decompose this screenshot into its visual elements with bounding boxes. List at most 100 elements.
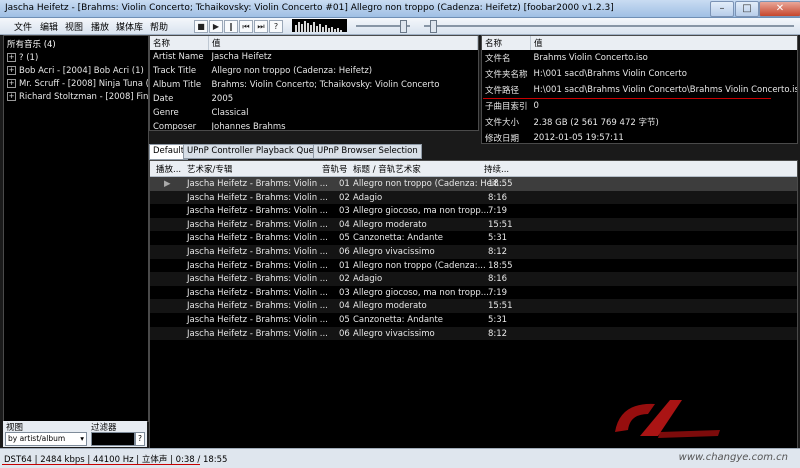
tree-item-label: Mr. Scruff - [2008] Ninja Tuna (1) bbox=[19, 79, 148, 89]
property-value: 2005 bbox=[211, 94, 234, 104]
cell-track-no: 01 bbox=[339, 179, 350, 189]
property-name: Genre bbox=[153, 108, 179, 118]
property-row[interactable]: Album Title Brahms: Violin Concerto; Tcha… bbox=[150, 78, 478, 92]
table-row[interactable]: Jascha Heifetz - Brahms: Violin ... 06 All… bbox=[150, 326, 797, 341]
menu-view[interactable]: 视图 bbox=[65, 20, 83, 33]
cell-track-no: 05 bbox=[339, 233, 350, 244]
tree-item-label: ? (1) bbox=[19, 53, 39, 63]
property-row[interactable]: Artist Name Jascha Heifetz bbox=[150, 50, 478, 64]
cell-artist-album: Jascha Heifetz - Brahms: Violin ... bbox=[187, 301, 328, 312]
filter-help-button[interactable]: ? bbox=[135, 432, 145, 446]
property-row[interactable]: 文件夹名称 H:\001 sacd\Brahms Violin Concerto bbox=[482, 66, 797, 82]
property-row[interactable]: 修改日期 2012-01-05 19:57:11 bbox=[482, 130, 797, 143]
property-row[interactable]: 子曲目索引 0 bbox=[482, 98, 797, 114]
col-track-no[interactable]: 音轨号 bbox=[322, 163, 348, 175]
tree-item[interactable]: + Bob Acri - [2004] Bob Acri (1) bbox=[7, 65, 148, 78]
seek-knob[interactable] bbox=[430, 20, 437, 33]
stop-button[interactable]: ■ bbox=[194, 20, 208, 33]
cell-duration: 15:51 bbox=[488, 301, 513, 312]
status-underline bbox=[2, 464, 200, 465]
table-row[interactable]: Jascha Heifetz - Brahms: Violin ... 01 All… bbox=[150, 259, 797, 273]
cell-title: Canzonetta: Andante bbox=[353, 233, 444, 244]
tree-item[interactable]: + Mr. Scruff - [2008] Ninja Tuna (1) bbox=[7, 78, 148, 91]
property-value: Classical bbox=[211, 108, 249, 118]
cell-title: Allegro giocoso, ma non tropp... bbox=[353, 287, 489, 298]
window-title: Jascha Heifetz - [Brahms: Violin Concert… bbox=[5, 3, 614, 13]
expand-icon[interactable]: + bbox=[7, 66, 16, 75]
property-row[interactable]: Genre Classical bbox=[150, 106, 478, 120]
property-value: Brahms: Violin Concerto; Tchaikovsky: Vi… bbox=[211, 80, 440, 90]
cell-duration: 7:19 bbox=[488, 206, 508, 217]
col-value-header[interactable]: 值 bbox=[530, 36, 797, 50]
table-row[interactable]: Jascha Heifetz - Brahms: Violin ... 05 Can… bbox=[150, 313, 797, 327]
playlist-header: 播放... 艺术家/专辑 音轨号 标题 / 音轨艺术家 持续... bbox=[150, 161, 797, 177]
tree-item[interactable]: +Richard Stoltzman - [2008] Fine M bbox=[7, 91, 148, 104]
col-name-header[interactable]: 名称 bbox=[482, 36, 532, 50]
cell-track-no: 06 bbox=[339, 246, 350, 257]
menu-playback[interactable]: 播放 bbox=[91, 20, 109, 33]
expand-icon[interactable]: + bbox=[7, 53, 16, 62]
table-row[interactable]: Jascha Heifetz - Brahms: Violin ... 06 All… bbox=[150, 244, 797, 259]
play-button[interactable]: ▶ bbox=[209, 20, 223, 33]
property-value: H:\001 sacd\Brahms Violin Concerto\Brahm… bbox=[533, 85, 798, 95]
view-select[interactable]: by artist/album ▾ bbox=[5, 432, 87, 446]
col-title[interactable]: 标题 / 音轨艺术家 bbox=[353, 163, 421, 175]
property-row[interactable]: Track Title Allegro non troppo (Cadenza: … bbox=[150, 64, 478, 78]
title-bar[interactable]: Jascha Heifetz - [Brahms: Violin Concert… bbox=[0, 0, 800, 18]
table-row[interactable]: Jascha Heifetz - Brahms: Violin ... 02 Ada… bbox=[150, 190, 797, 205]
cell-title: Canzonetta: Andante bbox=[353, 314, 444, 325]
col-value-header[interactable]: 值 bbox=[208, 36, 478, 50]
view-select-value: by artist/album bbox=[8, 434, 66, 443]
cell-artist-album: Jascha Heifetz - Brahms: Violin ... bbox=[187, 314, 328, 325]
pause-button[interactable]: ‖ bbox=[224, 20, 238, 33]
maximize-button[interactable]: □ bbox=[735, 1, 759, 17]
cell-artist-album: Jascha Heifetz - Brahms: Violin ... bbox=[187, 274, 328, 285]
menu-file[interactable]: 文件 bbox=[14, 20, 32, 33]
cell-title: Allegro non troppo (Cadenza:... bbox=[353, 260, 486, 271]
tab-upnp-queue[interactable]: UPnP Controller Playback Queue bbox=[183, 144, 329, 159]
tree-item[interactable]: +? (1) bbox=[7, 52, 148, 65]
expand-icon[interactable]: + bbox=[7, 79, 16, 88]
previous-button[interactable]: ⏮ bbox=[239, 20, 253, 33]
file-info-panel: 名称值 文件名 Brahms Violin Concerto.iso 文件夹名称 H… bbox=[481, 35, 798, 144]
cell-track-no: 03 bbox=[339, 287, 350, 298]
table-row[interactable]: Jascha Heifetz - Brahms: Violin ... 03 All… bbox=[150, 204, 797, 218]
volume-knob[interactable] bbox=[400, 20, 407, 33]
next-button[interactable]: ⏭ bbox=[254, 20, 268, 33]
table-row[interactable]: Jascha Heifetz - Brahms: Violin ... 05 Can… bbox=[150, 231, 797, 245]
cell-track-no: 02 bbox=[339, 192, 350, 203]
property-row[interactable]: Composer Johannes Brahms bbox=[150, 120, 478, 130]
table-row[interactable]: Jascha Heifetz - Brahms: Violin ... 04 All… bbox=[150, 217, 797, 232]
property-value: 2012-01-05 19:57:11 bbox=[533, 133, 624, 143]
cell-artist-album: Jascha Heifetz - Brahms: Violin ... bbox=[187, 233, 328, 244]
random-button[interactable]: ? bbox=[269, 20, 283, 33]
filter-input[interactable] bbox=[91, 432, 135, 446]
tab-upnp-browser[interactable]: UPnP Browser Selection bbox=[313, 144, 422, 159]
cell-duration: 8:12 bbox=[488, 328, 508, 339]
property-row[interactable]: 文件路径 H:\001 sacd\Brahms Violin Concerto\B… bbox=[482, 82, 798, 98]
menu-edit[interactable]: 编辑 bbox=[40, 20, 58, 33]
menu-library[interactable]: 媒体库 bbox=[116, 20, 143, 33]
table-row[interactable]: Jascha Heifetz - Brahms: Violin ... 02 Ada… bbox=[150, 272, 797, 286]
col-artist-album[interactable]: 艺术家/专辑 bbox=[187, 163, 232, 175]
cell-duration: 5:31 bbox=[488, 233, 508, 244]
chevron-down-icon: ▾ bbox=[80, 434, 84, 443]
close-button[interactable]: ✕ bbox=[759, 1, 800, 17]
cell-artist-album: Jascha Heifetz - Brahms: Violin ... bbox=[187, 192, 328, 203]
table-row[interactable]: Jascha Heifetz - Brahms: Violin ... 04 All… bbox=[150, 299, 797, 313]
menu-help[interactable]: 帮助 bbox=[150, 20, 168, 33]
table-row[interactable]: ▶ Jascha Heifetz - Brahms: Violin ... 01 Al… bbox=[150, 177, 797, 191]
col-duration[interactable]: 持续... bbox=[484, 163, 509, 175]
property-row[interactable]: 文件大小 2.38 GB (2 561 769 472 字节) bbox=[482, 114, 797, 130]
col-playing[interactable]: 播放... bbox=[156, 163, 181, 175]
property-name: Album Title bbox=[153, 80, 202, 90]
col-name-header[interactable]: 名称 bbox=[150, 36, 209, 50]
cell-title: Adagio bbox=[353, 274, 383, 285]
table-row[interactable]: Jascha Heifetz - Brahms: Violin ... 03 All… bbox=[150, 286, 797, 300]
property-row[interactable]: 文件名 Brahms Violin Concerto.iso bbox=[482, 50, 797, 66]
property-row[interactable]: Date 2005 bbox=[150, 92, 478, 106]
minimize-button[interactable]: – bbox=[710, 1, 734, 17]
library-header[interactable]: 所有音乐 (4) bbox=[4, 36, 148, 52]
expand-icon[interactable]: + bbox=[7, 92, 16, 101]
seek-track[interactable] bbox=[424, 25, 794, 27]
